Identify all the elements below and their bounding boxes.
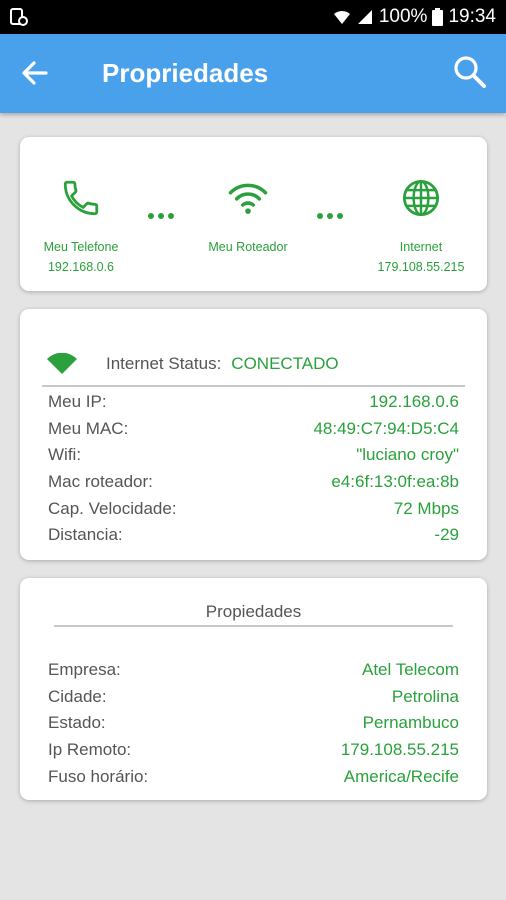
- detail-row-wifi: Wifi: "luciano croy": [48, 442, 459, 469]
- connection-dots-right: [317, 213, 343, 219]
- internet-status-value: CONECTADO: [231, 354, 339, 373]
- detail-value: -29: [434, 525, 459, 545]
- phone-label: Meu Telefone: [43, 240, 119, 254]
- detail-value: e4:6f:13:0f:ea:8b: [331, 472, 459, 492]
- router-label: Meu Roteador: [208, 240, 288, 254]
- router-node: Meu Roteador: [198, 177, 298, 257]
- internet-label: Internet: [399, 240, 443, 254]
- detail-row-speed: Cap. Velocidade: 72 Mbps: [48, 495, 459, 522]
- divider: [42, 385, 465, 387]
- property-row-company: Empresa: Atel Telecom: [48, 657, 459, 684]
- phone-node: Meu Telefone 192.168.0.6: [36, 177, 126, 277]
- connection-dots-left: [148, 213, 174, 219]
- detail-label: Meu IP:: [48, 392, 107, 412]
- property-value: 179.108.55.215: [340, 740, 459, 760]
- properties-title: Propiedades: [205, 602, 302, 621]
- detail-label: Mac roteador:: [48, 472, 153, 492]
- detail-row-ip: Meu IP: 192.168.0.6: [48, 389, 459, 416]
- phone-ip: 192.168.0.6: [47, 260, 115, 274]
- property-label: Estado:: [48, 713, 106, 733]
- back-arrow-icon[interactable]: [18, 56, 52, 90]
- property-label: Fuso horário:: [48, 766, 149, 786]
- property-label: Empresa:: [48, 660, 121, 680]
- property-label: Cidade:: [48, 686, 107, 706]
- property-value: Petrolina: [391, 686, 459, 706]
- internet-ip: 179.108.55.215: [377, 260, 465, 274]
- battery-percent: 100%: [378, 6, 428, 27]
- detail-row-mac: Meu MAC: 48:49:C7:94:D5:C4: [48, 416, 459, 443]
- detail-value: 192.168.0.6: [369, 392, 459, 412]
- wifi-status-icon: [333, 10, 350, 24]
- page-title: Propriedades: [102, 58, 269, 88]
- detail-value: 72 Mbps: [393, 498, 459, 518]
- detail-value: 48:49:C7:94:D5:C4: [313, 418, 459, 438]
- property-row-city: Cidade: Petrolina: [48, 684, 459, 711]
- search-icon[interactable]: [452, 54, 488, 90]
- battery-icon: [432, 8, 444, 26]
- screenshot-notification-icon: [10, 8, 28, 26]
- detail-row-distance: Distancia: -29: [48, 522, 459, 549]
- properties-card: Propiedades Empresa: Atel Telecom Cidade…: [20, 578, 487, 800]
- property-value: America/Recife: [343, 766, 459, 786]
- connection-details: Meu IP: 192.168.0.6 Meu MAC: 48:49:C7:94…: [48, 389, 459, 549]
- internet-node: Internet 179.108.55.215: [366, 177, 476, 277]
- status-bar: 100% 19:34: [0, 0, 506, 34]
- property-row-state: Estado: Pernambuco: [48, 710, 459, 737]
- connection-info-card: Internet Status: CONECTADO Meu IP: 192.1…: [20, 309, 487, 560]
- wifi-icon: [228, 183, 268, 214]
- detail-label: Distancia:: [48, 525, 123, 545]
- detail-value: "luciano croy": [356, 445, 459, 465]
- properties-details: Empresa: Atel Telecom Cidade: Petrolina …: [48, 657, 459, 790]
- clock: 19:34: [448, 6, 496, 27]
- property-value: Atel Telecom: [361, 660, 459, 680]
- detail-label: Wifi:: [48, 445, 82, 465]
- globe-icon: [402, 179, 440, 217]
- property-row-timezone: Fuso horário: America/Recife: [48, 763, 459, 790]
- app-bar: Propriedades: [0, 34, 506, 113]
- detail-label: Meu MAC:: [48, 418, 129, 438]
- wifi-signal-icon: [47, 353, 77, 374]
- internet-status-row: Internet Status: CONECTADO: [46, 353, 339, 375]
- network-diagram-card: Meu Telefone 192.168.0.6 Meu Roteador In…: [20, 137, 487, 291]
- detail-label: Cap. Velocidade:: [48, 498, 177, 518]
- property-label: Ip Remoto:: [48, 740, 132, 760]
- detail-row-router-mac: Mac roteador: e4:6f:13:0f:ea:8b: [48, 469, 459, 496]
- internet-status-label: Internet Status:: [106, 354, 222, 373]
- signal-icon: [357, 10, 372, 24]
- phone-icon: [63, 180, 99, 216]
- divider: [54, 625, 453, 627]
- property-row-remote-ip: Ip Remoto: 179.108.55.215: [48, 737, 459, 764]
- property-value: Pernambuco: [362, 713, 459, 733]
